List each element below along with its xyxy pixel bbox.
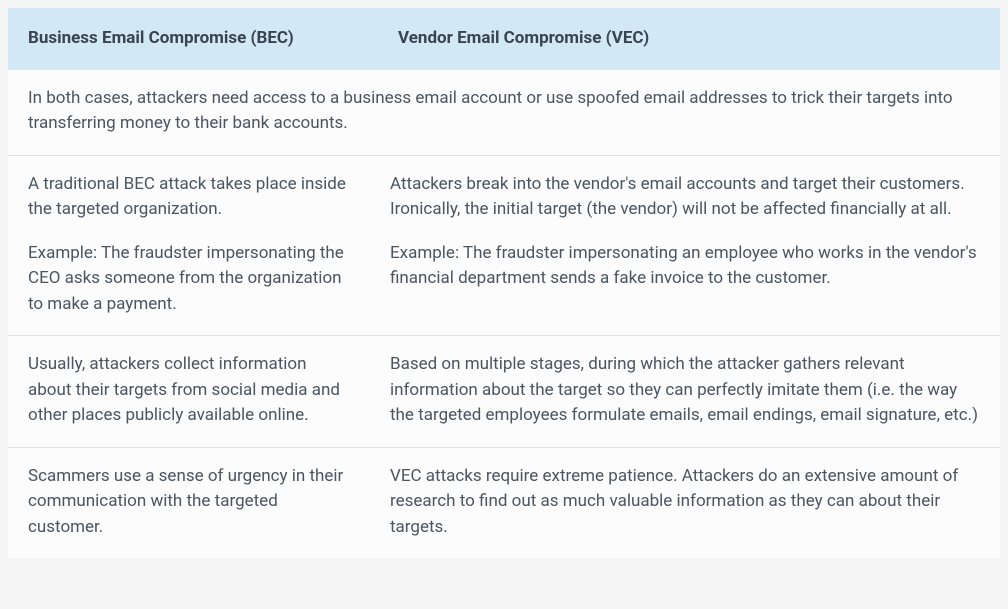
- vec-cell: Attackers break into the vendor's email …: [390, 172, 980, 318]
- table-row: Scammers use a sense of urgency in their…: [8, 448, 1000, 559]
- vec-paragraph: VEC attacks require extreme patience. At…: [390, 464, 980, 541]
- vec-cell: Based on multiple stages, during which t…: [390, 352, 980, 429]
- vec-cell: VEC attacks require extreme patience. At…: [390, 464, 980, 541]
- header-bec: Business Email Compromise (BEC): [28, 26, 398, 52]
- header-vec: Vendor Email Compromise (VEC): [398, 26, 980, 52]
- bec-paragraph: Example: The fraudster impersonating the…: [28, 241, 350, 318]
- bec-cell: Scammers use a sense of urgency in their…: [28, 464, 390, 541]
- intro-text: In both cases, attackers need access to …: [28, 86, 980, 137]
- bec-cell: Usually, attackers collect information a…: [28, 352, 390, 429]
- comparison-table: Business Email Compromise (BEC) Vendor E…: [8, 8, 1000, 558]
- bec-paragraph: A traditional BEC attack takes place ins…: [28, 172, 350, 223]
- bec-paragraph: Usually, attackers collect information a…: [28, 352, 350, 429]
- vec-paragraph: Based on multiple stages, during which t…: [390, 352, 980, 429]
- vec-paragraph: Attackers break into the vendor's email …: [390, 172, 980, 223]
- vec-paragraph: Example: The fraudster impersonating an …: [390, 241, 980, 292]
- intro-row: In both cases, attackers need access to …: [8, 70, 1000, 156]
- bec-cell: A traditional BEC attack takes place ins…: [28, 172, 390, 318]
- table-header-row: Business Email Compromise (BEC) Vendor E…: [8, 8, 1000, 70]
- table-row: Usually, attackers collect information a…: [8, 336, 1000, 448]
- table-row: A traditional BEC attack takes place ins…: [8, 156, 1000, 337]
- bec-paragraph: Scammers use a sense of urgency in their…: [28, 464, 350, 541]
